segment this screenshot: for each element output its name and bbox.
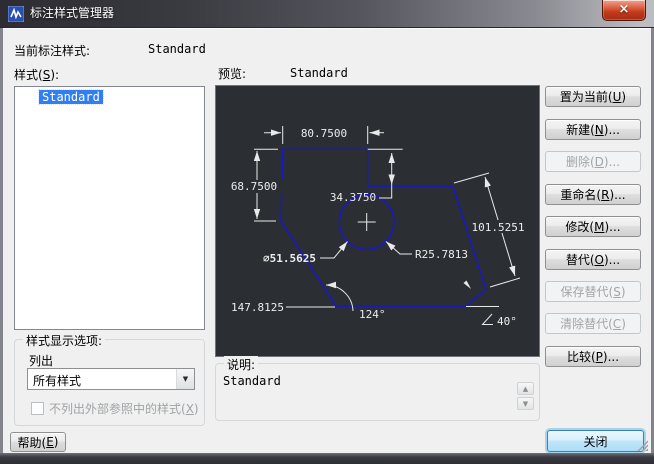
close-icon: × xyxy=(619,2,630,17)
style-filter-selected-value: 所有样式 xyxy=(33,372,81,389)
description-scroll-down-button[interactable]: ▼ xyxy=(517,397,534,410)
preview-style-name: Standard xyxy=(290,66,348,80)
dropdown-arrow-icon[interactable]: ▼ xyxy=(176,369,194,389)
list-filter-label: 列出 xyxy=(29,352,53,369)
styles-list-label: 样式(S): xyxy=(14,66,59,83)
styles-listbox[interactable]: Standard xyxy=(14,86,205,330)
current-style-label: 当前标注样式: xyxy=(14,42,90,59)
style-display-options-group: 样式显示选项: 列出 所有样式 ▼ 不列出外部参照中的样式(X) xyxy=(14,339,205,426)
override-button[interactable]: 替代(O)... xyxy=(545,249,641,270)
style-list-item-standard[interactable]: Standard xyxy=(39,90,103,104)
dim-diameter: ⌀51.5625 xyxy=(263,252,316,265)
new-button[interactable]: 新建(N)... xyxy=(545,119,641,140)
hide-xref-checkbox xyxy=(31,402,44,415)
close-button[interactable]: 关闭 xyxy=(547,430,644,452)
current-style-value: Standard xyxy=(148,42,206,56)
description-text: Standard xyxy=(223,374,281,388)
window-title: 标注样式管理器 xyxy=(30,0,114,27)
delete-button: 删除(D)... xyxy=(545,151,641,172)
close-window-button[interactable]: × xyxy=(602,0,646,21)
description-legend: 说明: xyxy=(224,356,258,373)
set-current-button[interactable]: 置为当前(U) xyxy=(545,86,641,107)
dimension-preview-panel: 80.7500 68.7500 34.3750 101.5251 xyxy=(215,85,540,357)
clear-override-button: 清除替代(C) xyxy=(545,313,641,334)
dim-notch-height: 34.3750 xyxy=(330,191,376,204)
scroll-down-icon: ▼ xyxy=(523,400,528,408)
dim-bottom-length: 147.8125 xyxy=(231,301,284,314)
style-filter-dropdown[interactable]: 所有样式 ▼ xyxy=(27,368,195,390)
preview-label: 预览: xyxy=(218,65,246,82)
description-scroll-up-button[interactable]: ▲ xyxy=(517,382,534,395)
rename-button[interactable]: 重命名(R)... xyxy=(545,184,641,205)
dim-left-height: 68.7500 xyxy=(231,180,277,193)
dim-angle-bottom: 124° xyxy=(359,308,386,321)
description-group: 说明: Standard ▲ ▼ xyxy=(215,363,540,421)
preview-shape-outline xyxy=(281,149,486,306)
dimension-preview-drawing: 80.7500 68.7500 34.3750 101.5251 xyxy=(216,86,539,356)
dialog-client-area: 当前标注样式: Standard 样式(S): Standard 预览: Sta… xyxy=(3,28,651,453)
modify-button[interactable]: 修改(M)... xyxy=(545,216,641,237)
scroll-up-icon: ▲ xyxy=(523,385,528,393)
resize-grip[interactable] xyxy=(636,439,648,451)
dim-angle-right: 40° xyxy=(497,315,517,328)
titlebar[interactable]: 标注样式管理器 × xyxy=(0,0,654,28)
display-options-legend: 样式显示选项: xyxy=(23,332,105,349)
dimension-style-manager-dialog: 标注样式管理器 × 当前标注样式: Standard 样式(S): Standa… xyxy=(0,0,654,464)
hide-xref-checkbox-label: 不列出外部参照中的样式(X) xyxy=(49,400,199,417)
save-override-button: 保存替代(S) xyxy=(545,281,641,302)
dim-top-width: 80.7500 xyxy=(301,127,347,140)
dimension-style-app-icon xyxy=(8,6,24,22)
dim-diagonal-length: 101.5251 xyxy=(472,221,525,234)
compare-button[interactable]: 比较(P)... xyxy=(545,346,641,367)
window-bottom-frame xyxy=(0,453,654,464)
help-button[interactable]: 帮助(E) xyxy=(10,432,66,452)
dim-radius: R25.7813 xyxy=(415,248,468,261)
